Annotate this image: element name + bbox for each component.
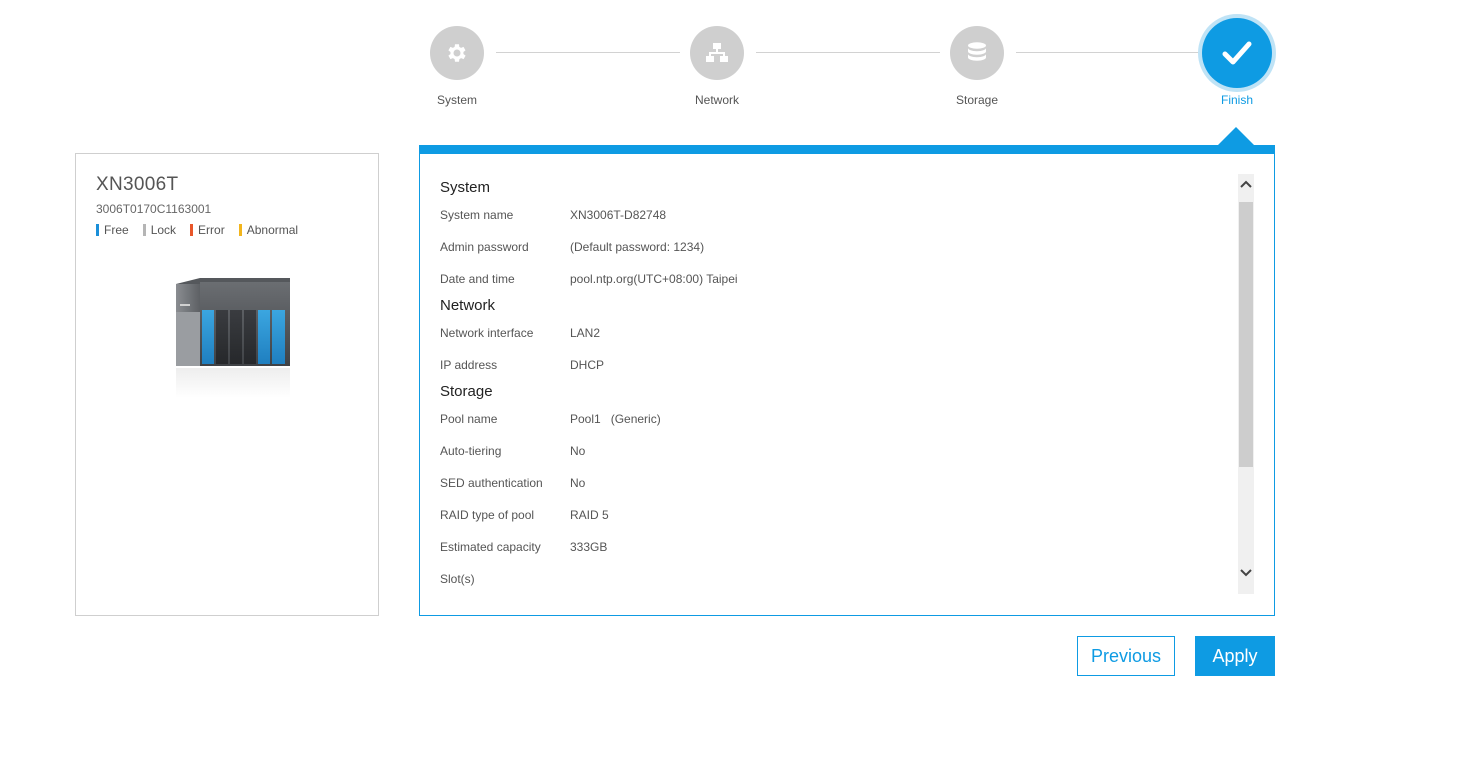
row-value: RAID 5: [570, 508, 609, 522]
summary-row: Slot(s): [440, 563, 1230, 595]
row-label: IP address: [440, 358, 498, 372]
legend-item-free: Free: [96, 223, 129, 237]
vertical-scrollbar[interactable]: [1238, 174, 1254, 594]
slot-status-legend: Free Lock Error Abnormal: [96, 223, 358, 237]
row-value: No: [570, 444, 586, 458]
legend-swatch: [190, 224, 194, 236]
row-value: Pool1 (Generic): [570, 412, 661, 426]
summary-row: Date and time pool.ntp.org(UTC+08:00) Ta…: [440, 263, 1230, 295]
row-label: SED authentication: [440, 476, 543, 490]
check-icon: [1222, 41, 1252, 65]
device-model: XN3006T: [96, 174, 179, 195]
apply-button[interactable]: Apply: [1195, 636, 1275, 676]
legend-swatch: [96, 224, 99, 236]
step-finish[interactable]: Finish: [1177, 18, 1297, 107]
row-value: No: [570, 476, 586, 490]
summary-row: Auto-tiering No: [440, 435, 1230, 467]
gear-icon: [448, 44, 466, 62]
row-value: (Default password: 1234): [570, 240, 705, 254]
row-label: System name: [440, 208, 514, 222]
step-connector: [1016, 52, 1200, 53]
step-network[interactable]: Network: [657, 26, 777, 107]
row-label: Auto-tiering: [440, 444, 502, 458]
row-label: Network interface: [440, 326, 534, 340]
legend-item-abnormal: Abnormal: [238, 223, 299, 237]
step-label: Storage: [955, 93, 999, 107]
row-value: pool.ntp.org(UTC+08:00) Taipei: [570, 272, 738, 286]
step-label: Finish: [1220, 93, 1253, 107]
step-circle: [430, 26, 484, 80]
legend-swatch: [238, 224, 242, 236]
legend-item-error: Error: [190, 223, 225, 237]
section-title-system: System: [440, 179, 491, 196]
device-serial: 3006T0170C1163001: [96, 202, 212, 216]
step-connector: [496, 52, 680, 53]
summary-row: Network interface LAN2: [440, 317, 1230, 349]
step-circle: [690, 26, 744, 80]
previous-button[interactable]: Previous: [1077, 636, 1175, 676]
step-label: System: [436, 93, 477, 107]
summary-scroll-area[interactable]: System System name XN3006T-D82748 Admin …: [440, 154, 1230, 609]
row-value: DHCP: [570, 358, 605, 372]
row-label: Slot(s): [440, 572, 475, 586]
summary-panel: System System name XN3006T-D82748 Admin …: [419, 145, 1275, 616]
legend-label: Free: [104, 223, 129, 237]
setup-wizard-stepper: System Network Storage Finish: [0, 0, 1463, 120]
network-icon: [706, 43, 728, 62]
summary-row: RAID type of pool RAID 5: [440, 499, 1230, 531]
row-label: Date and time: [440, 272, 515, 286]
row-value: 333GB: [570, 540, 608, 554]
database-icon: [968, 42, 986, 61]
step-circle: [1202, 18, 1272, 88]
scrollbar-thumb[interactable]: [1239, 202, 1253, 467]
summary-row: Pool name Pool1 (Generic): [440, 403, 1230, 435]
section-title-network: Network: [440, 297, 496, 314]
summary-row: SED authentication No: [440, 467, 1230, 499]
legend-label: Error: [198, 223, 225, 237]
summary-row: Estimated capacity 333GB: [440, 531, 1230, 563]
device-card: XN3006T 3006T0170C1163001 Free Lock Erro…: [75, 153, 379, 616]
section-title-storage: Storage: [440, 383, 493, 400]
step-label: Network: [694, 93, 739, 107]
row-label: RAID type of pool: [440, 508, 535, 522]
row-value: XN3006T-D82748: [570, 208, 667, 222]
row-label: Pool name: [440, 412, 498, 426]
legend-swatch: [142, 224, 146, 236]
step-circle: [950, 26, 1004, 80]
row-value: LAN2: [570, 326, 601, 340]
legend-item-lock: Lock: [142, 223, 177, 237]
scroll-up-arrow-icon[interactable]: [1238, 176, 1254, 192]
nas-device-image: [176, 278, 290, 398]
summary-row: IP address DHCP: [440, 349, 1230, 381]
step-connector: [756, 52, 940, 53]
legend-label: Abnormal: [246, 223, 299, 237]
step-system[interactable]: System: [397, 26, 517, 107]
summary-row: System name XN3006T-D82748: [440, 199, 1230, 231]
summary-row: Admin password (Default password: 1234): [440, 231, 1230, 263]
legend-label: Lock: [150, 223, 177, 237]
row-label: Admin password: [440, 240, 529, 254]
step-storage[interactable]: Storage: [917, 26, 1037, 107]
row-label: Estimated capacity: [440, 540, 541, 554]
panel-pointer: [1218, 127, 1254, 145]
scroll-down-arrow-icon[interactable]: [1238, 565, 1254, 581]
